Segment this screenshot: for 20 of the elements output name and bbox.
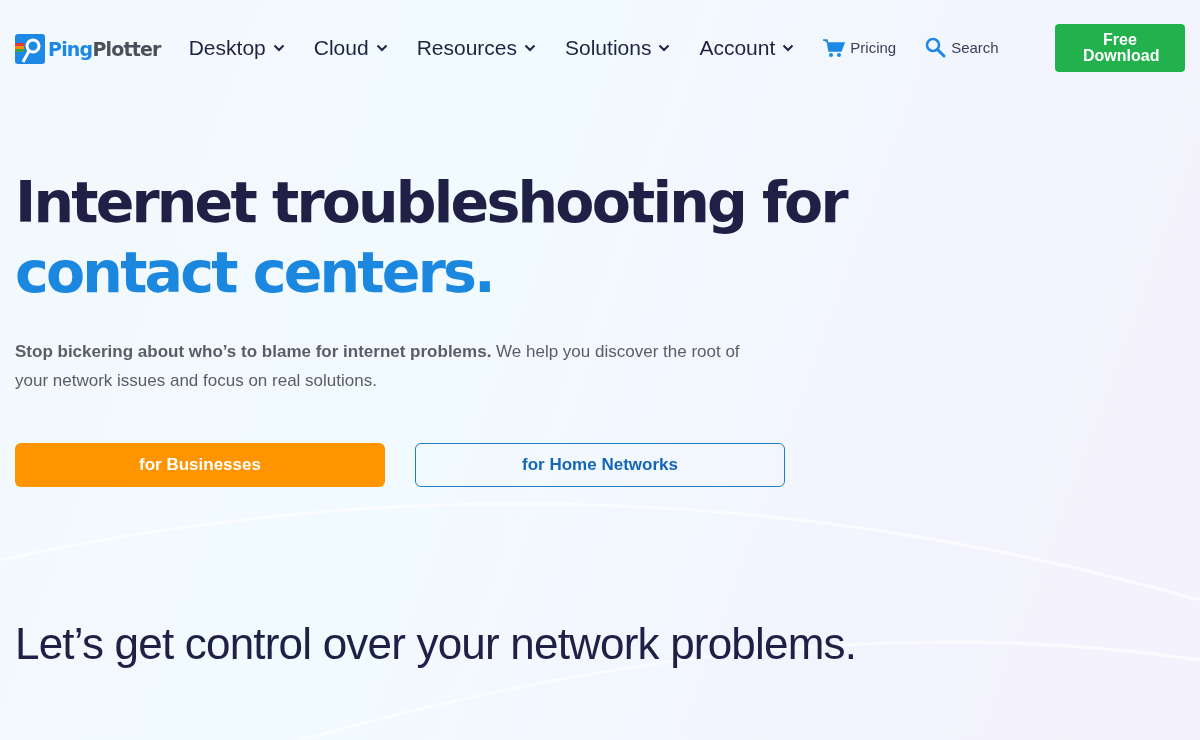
- nav-menu-item[interactable]: Cloud: [313, 35, 388, 60]
- nav-menu-item[interactable]: Account: [699, 35, 795, 60]
- search-link[interactable]: Search: [925, 37, 999, 58]
- nav-menu-item[interactable]: Resources: [416, 35, 536, 60]
- chevron-down-icon: [272, 43, 285, 52]
- chevron-down-icon: [782, 43, 795, 52]
- chevron-down-icon: [375, 43, 388, 52]
- cart-icon: [823, 37, 846, 58]
- section-heading: Let’s get control over your network problems.: [15, 619, 858, 669]
- nav-menu-item[interactable]: Desktop: [188, 35, 285, 60]
- hero-headline-highlight: contact centers.: [15, 238, 494, 307]
- hero-headline: Internet troubleshooting for: [15, 168, 848, 237]
- chevron-down-icon: [524, 43, 536, 52]
- nav-menu-item[interactable]: Solutions: [565, 35, 671, 60]
- pingplotter-logo[interactable]: PingPlotter: [15, 33, 161, 64]
- hero-description: Stop bickering about who’s to blame for internet problems. We help you discover the root of your network issues and focus on real solutions.: [15, 341, 741, 392]
- pricing-link[interactable]: Pricing: [823, 37, 897, 58]
- home-networks-button[interactable]: for Home Networks: [415, 443, 785, 487]
- search-icon: [925, 37, 947, 58]
- chevron-down-icon: [658, 43, 671, 52]
